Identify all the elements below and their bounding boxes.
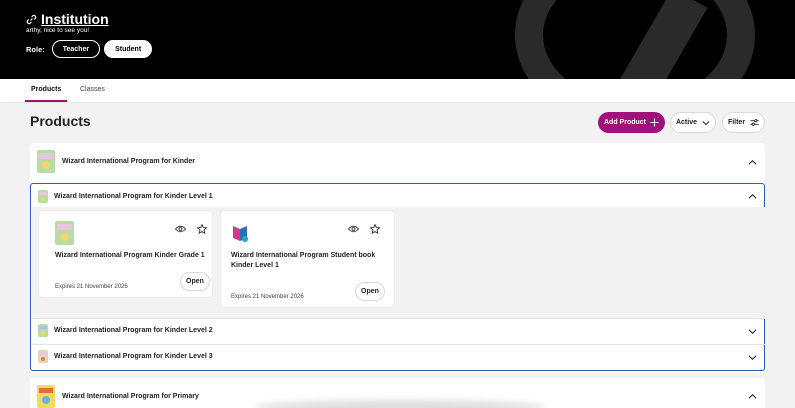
divider xyxy=(32,318,765,319)
product-name: Wizard International Program Kinder Grad… xyxy=(55,252,205,259)
filter-sliders-icon xyxy=(750,119,759,126)
status-filter-dropdown[interactable]: Active xyxy=(670,112,716,133)
plus-icon xyxy=(650,118,659,127)
product-expiry: Expires 21 November 2026 xyxy=(231,294,304,300)
favorite-button[interactable] xyxy=(366,220,383,237)
active-tab-indicator xyxy=(25,100,67,102)
preview-button[interactable] xyxy=(172,220,189,237)
institution-title[interactable]: Institution xyxy=(41,11,109,27)
chevron-up-icon[interactable] xyxy=(748,158,757,167)
role-student-button[interactable]: Student xyxy=(104,40,153,58)
greeting-text: arthy, nice to see you! xyxy=(26,27,90,34)
kinder-level-3-header[interactable]: Wizard International Program for Kinder … xyxy=(38,350,213,363)
link-icon xyxy=(26,14,37,24)
tab-classes[interactable]: Classes xyxy=(80,86,105,93)
tab-bar: Products Classes xyxy=(0,79,795,103)
kinder-level-1-title: Wizard International Program for Kinder … xyxy=(54,193,213,200)
book-thumbnail-icon xyxy=(37,385,55,408)
kinder-level-2-header[interactable]: Wizard International Program for Kinder … xyxy=(38,324,213,337)
kinder-level-1-panel: Wizard International Program for Kinder … xyxy=(30,183,765,371)
filter-label: Filter xyxy=(727,119,746,126)
tab-products[interactable]: Products xyxy=(31,86,61,93)
kinder-level-1-products: Wizard International Program Kinder Grad… xyxy=(32,207,765,318)
eye-icon xyxy=(348,225,359,232)
kinder-level-3-title: Wizard International Program for Kinder … xyxy=(54,353,213,360)
chevron-down-icon[interactable] xyxy=(748,327,757,336)
add-product-button[interactable]: Add Product xyxy=(598,112,665,133)
status-filter-value: Active xyxy=(675,119,697,126)
book-thumbnail-icon xyxy=(55,221,74,245)
product-expiry: Expires 21 November 2026 xyxy=(55,284,128,290)
chevron-down-icon[interactable] xyxy=(748,353,757,362)
chevron-up-icon[interactable] xyxy=(748,392,757,401)
book-thumbnail-icon xyxy=(38,190,48,203)
eye-icon xyxy=(175,225,186,232)
book-thumbnail-icon xyxy=(233,226,248,242)
book-thumbnail-icon xyxy=(38,350,48,363)
product-name: Wizard International Program Student boo… xyxy=(231,252,376,269)
role-teacher-button[interactable]: Teacher xyxy=(51,40,101,58)
book-thumbnail-icon xyxy=(37,150,55,173)
divider xyxy=(32,344,765,345)
filter-button[interactable]: Filter xyxy=(722,112,765,133)
open-product-button[interactable]: Open xyxy=(355,282,385,301)
book-thumbnail-icon xyxy=(38,324,48,337)
institution-title-row: Institution xyxy=(26,11,109,27)
role-switcher: Role: Teacher Student xyxy=(26,40,153,58)
open-product-button[interactable]: Open xyxy=(180,272,210,291)
preview-button[interactable] xyxy=(345,220,362,237)
program-primary-title: Wizard International Program for Primary xyxy=(62,393,199,400)
star-icon xyxy=(369,223,380,234)
add-product-label: Add Product xyxy=(604,119,646,126)
role-label: Role: xyxy=(26,44,45,54)
product-card: Wizard International Program Kinder Grad… xyxy=(38,210,213,298)
program-kinder-header[interactable]: Wizard International Program for Kinder xyxy=(37,150,195,173)
chevron-down-icon xyxy=(702,120,710,125)
program-kinder-title: Wizard International Program for Kinder xyxy=(62,158,195,165)
page-title: Products xyxy=(30,113,91,129)
page-header: Institution arthy, nice to see you! Role… xyxy=(0,0,795,79)
favorite-button[interactable] xyxy=(193,220,210,237)
chevron-up-icon[interactable] xyxy=(748,192,757,201)
product-card: Wizard International Program Student boo… xyxy=(220,210,395,308)
kinder-level-1-header[interactable]: Wizard International Program for Kinder … xyxy=(38,190,213,203)
program-primary-header[interactable]: Wizard International Program for Primary xyxy=(37,385,199,408)
star-icon xyxy=(196,223,207,234)
kinder-level-2-title: Wizard International Program for Kinder … xyxy=(54,327,213,334)
